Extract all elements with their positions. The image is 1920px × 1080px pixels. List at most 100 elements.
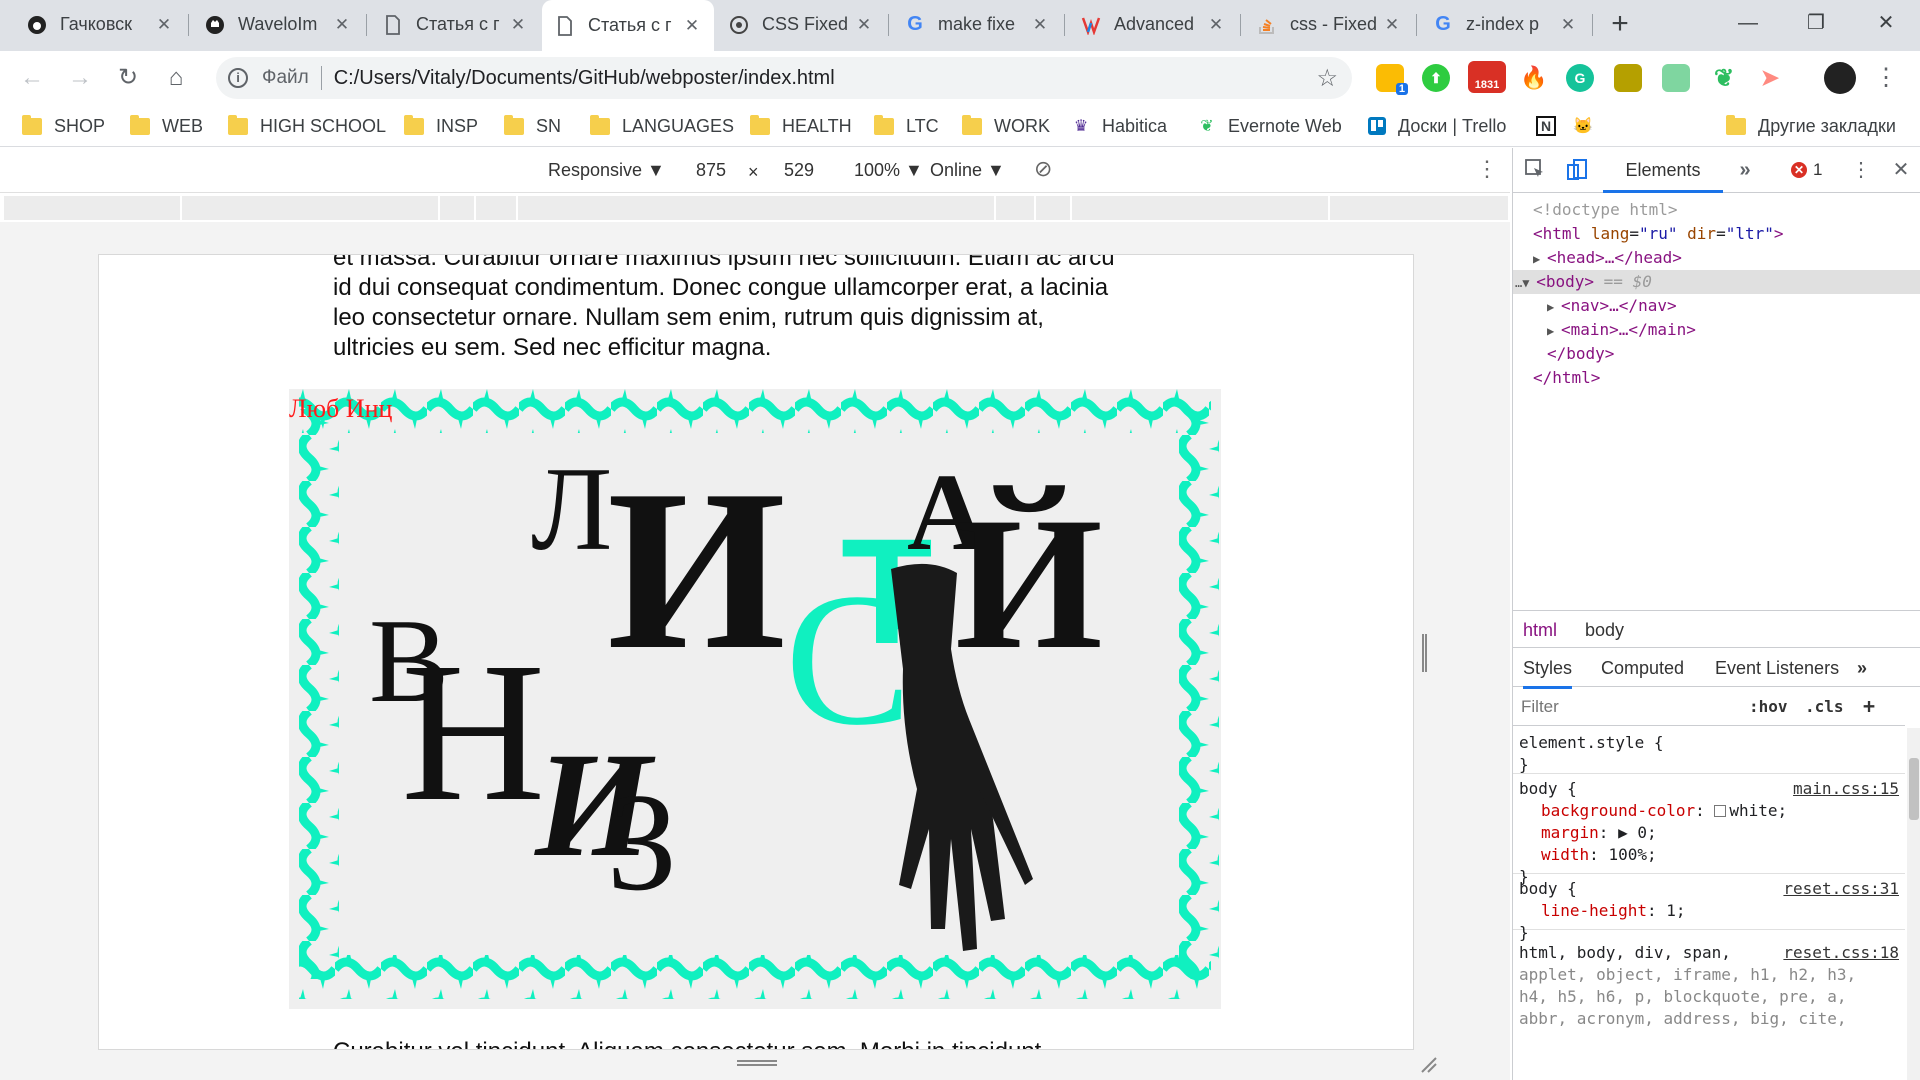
collapse-triangle-icon[interactable]: ▼: [1522, 271, 1536, 295]
style-rule[interactable]: body { main.css:15 background-color: whi…: [1513, 774, 1905, 886]
close-icon[interactable]: ✕: [332, 15, 352, 35]
dom-node[interactable]: </body>: [1513, 342, 1920, 366]
dom-node[interactable]: <!doctype html>: [1513, 198, 1920, 222]
browser-tab[interactable]: WaveloIm ✕: [192, 0, 364, 49]
viewport-height-input[interactable]: 529: [784, 160, 814, 181]
expand-triangle-icon[interactable]: ▶: [1547, 295, 1561, 319]
extension-icon[interactable]: [1662, 64, 1690, 92]
class-toggle[interactable]: .cls: [1805, 697, 1844, 716]
grammarly-icon[interactable]: G: [1566, 64, 1594, 92]
browser-tab[interactable]: css - Fixed ✕: [1244, 0, 1414, 49]
bookmark-folder[interactable]: SN: [504, 113, 561, 139]
style-rule[interactable]: element.style { }: [1513, 728, 1905, 774]
bookmark-link[interactable]: N: [1536, 113, 1566, 139]
browser-tab[interactable]: CSS Fixed ✕: [716, 0, 886, 49]
media-query-ruler[interactable]: [4, 196, 1508, 220]
close-icon[interactable]: ✕: [1206, 15, 1226, 35]
bookmark-folder[interactable]: WORK: [962, 113, 1050, 139]
close-window-button[interactable]: ✕: [1866, 8, 1906, 38]
bookmark-folder[interactable]: Другие закладки: [1726, 113, 1896, 139]
styles-scrollbar[interactable]: [1907, 728, 1920, 1080]
evernote-extension-icon[interactable]: ❦: [1710, 64, 1738, 92]
bookmark-folder[interactable]: INSP: [404, 113, 478, 139]
dom-node[interactable]: <html lang="ru" dir="ltr">: [1513, 222, 1920, 246]
bookmark-folder[interactable]: LANGUAGES: [590, 113, 734, 139]
close-icon[interactable]: ✕: [854, 15, 874, 35]
bookmark-folder[interactable]: SHOP: [22, 113, 105, 139]
scrollbar-thumb[interactable]: [1909, 758, 1919, 820]
style-property[interactable]: background-color: white;: [1519, 800, 1899, 822]
info-icon[interactable]: i: [228, 68, 248, 88]
viewport-resize-handle-right[interactable]: [1422, 634, 1427, 672]
tab-elements[interactable]: Elements: [1603, 148, 1723, 193]
menu-icon[interactable]: ⋮: [1870, 63, 1902, 95]
back-button[interactable]: ←: [16, 63, 48, 95]
viewport-resize-handle-bottom[interactable]: [737, 1060, 777, 1066]
forward-button[interactable]: →: [64, 63, 96, 95]
color-swatch[interactable]: [1714, 805, 1727, 817]
more-subtabs-button[interactable]: »: [1857, 658, 1867, 679]
inspect-element-icon[interactable]: [1523, 159, 1547, 183]
close-icon[interactable]: ✕: [1558, 15, 1578, 35]
ellipsis-icon[interactable]: …: [1515, 276, 1522, 290]
breadcrumb-item[interactable]: body: [1585, 620, 1624, 641]
viewport-width-input[interactable]: 875: [696, 160, 726, 181]
dom-node[interactable]: ▶ <head>…</head>: [1513, 246, 1920, 270]
close-icon[interactable]: ✕: [682, 16, 702, 36]
bookmark-folder[interactable]: LTC: [874, 113, 939, 139]
zoom-select[interactable]: 100% ▼: [854, 160, 923, 181]
devtools-menu-icon[interactable]: ⋮: [1849, 159, 1873, 183]
close-icon[interactable]: ✕: [154, 15, 174, 35]
dom-node[interactable]: ▶ <main>…</main>: [1513, 318, 1920, 342]
browser-tab[interactable]: Advanced ✕: [1068, 0, 1238, 49]
url-text[interactable]: C:/Users/Vitaly/Documents/GitHub/webpost…: [334, 67, 1317, 90]
bookmark-folder[interactable]: WEB: [130, 113, 203, 139]
hover-state-toggle[interactable]: :hov: [1749, 697, 1788, 716]
style-property[interactable]: margin: ▶ 0;: [1519, 822, 1899, 844]
expand-triangle-icon[interactable]: ▶: [1533, 247, 1547, 271]
avatar[interactable]: [1824, 62, 1856, 94]
dom-node[interactable]: ▶ <nav>…</nav>: [1513, 294, 1920, 318]
viewport-resize-corner[interactable]: [1420, 1056, 1438, 1074]
more-options-icon[interactable]: ⋮: [1476, 156, 1498, 182]
close-icon[interactable]: ✕: [1382, 15, 1402, 35]
rule-source-link[interactable]: reset.css:31: [1783, 878, 1899, 900]
browser-tab[interactable]: G z-index p ✕: [1420, 0, 1590, 49]
device-toggle-icon[interactable]: [1565, 159, 1589, 183]
new-tab-button[interactable]: +: [1603, 8, 1637, 42]
bookmark-link[interactable]: Доски | Trello: [1366, 113, 1506, 139]
gmail-extension-icon[interactable]: 1831: [1468, 61, 1506, 93]
bookmark-star-icon[interactable]: ☆: [1316, 64, 1338, 93]
tab-event-listeners[interactable]: Event Listeners: [1715, 658, 1839, 679]
network-throttle-select[interactable]: Online ▼: [930, 160, 1005, 181]
home-button[interactable]: ⌂: [160, 63, 192, 95]
extension-icon[interactable]: [1614, 64, 1642, 92]
browser-tab[interactable]: G make fixe ✕: [892, 0, 1062, 49]
close-icon[interactable]: ✕: [508, 15, 528, 35]
bookmark-link[interactable]: 🐱: [1572, 113, 1604, 139]
expand-triangle-icon[interactable]: ▶: [1547, 319, 1561, 343]
breadcrumb-item[interactable]: html: [1523, 620, 1557, 641]
bookmark-link[interactable]: ❦ Evernote Web: [1196, 113, 1341, 139]
style-rule[interactable]: body { reset.css:31 line-height: 1; }: [1513, 874, 1905, 942]
extension-icon[interactable]: 1: [1376, 64, 1408, 95]
styles-filter-input[interactable]: [1521, 694, 1731, 720]
extension-icon[interactable]: ➤: [1756, 64, 1784, 92]
error-count-badge[interactable]: ✕ 1: [1791, 160, 1822, 180]
new-style-rule-button[interactable]: +: [1863, 694, 1875, 718]
browser-tab[interactable]: Статья с г ✕: [370, 0, 540, 49]
device-mode-select[interactable]: Responsive ▼: [548, 160, 665, 181]
style-rule[interactable]: html, body, div, span, reset.css:18 appl…: [1513, 938, 1905, 1078]
restore-button[interactable]: ❐: [1796, 8, 1836, 38]
rotate-icon[interactable]: ⊘: [1034, 156, 1052, 182]
dom-node-selected[interactable]: …▼ <body> == $0: [1513, 270, 1920, 294]
browser-tab-active[interactable]: Статья с г ✕: [542, 0, 714, 51]
bookmark-folder[interactable]: HIGH SCHOOL: [228, 113, 386, 139]
reload-button[interactable]: ↻: [112, 63, 144, 95]
tab-styles[interactable]: Styles: [1523, 658, 1573, 689]
fire-extension-icon[interactable]: 🔥: [1520, 64, 1548, 92]
bookmark-link[interactable]: ♛ Habitica: [1070, 113, 1167, 139]
minimize-button[interactable]: —: [1728, 8, 1768, 38]
style-property[interactable]: width: 100%;: [1519, 844, 1899, 866]
bookmark-folder[interactable]: HEALTH: [750, 113, 852, 139]
